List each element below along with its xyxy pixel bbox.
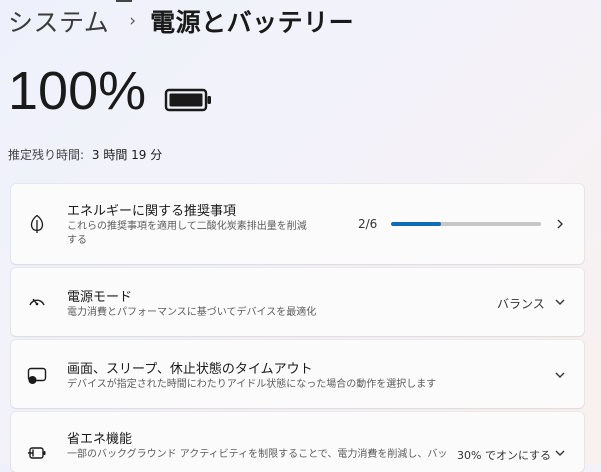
chevron-down-icon[interactable] — [554, 447, 566, 459]
screen-sleep-timeouts-description: デバイスが指定された時間にわたりアイドル状態になった場合の動作を選択します — [67, 379, 437, 390]
recommendations-progress-bar — [391, 222, 541, 226]
energy-saver-description: 一部のバックグラウンド アクティビティを制限することで、電力消費を削減し、バッ — [67, 449, 448, 460]
energy-saver-title: 省エネ機能 — [67, 432, 133, 447]
breadcrumb-separator-icon: › — [129, 11, 137, 31]
chevron-down-icon[interactable] — [554, 369, 566, 381]
breadcrumb-system-link[interactable]: システム — [8, 3, 109, 39]
battery-saver-icon — [28, 447, 46, 459]
battery-percentage: 100% — [8, 61, 147, 121]
title-bar-indicator — [116, 0, 132, 2]
energy-recommendations-title: エネルギーに関する推奨事項 — [67, 204, 237, 219]
speedometer-icon — [29, 298, 45, 306]
chevron-right-icon[interactable] — [554, 218, 566, 230]
energy-saver-value[interactable]: 30% でオンにする — [457, 447, 551, 463]
screen-sleep-timeouts-title: 画面、スリープ、休止状態のタイムアウト — [67, 362, 313, 377]
power-mode-card[interactable]: 電源モード 電力消費とパフォーマンスに基づいてデバイスを最適化 バランス — [11, 268, 584, 336]
recommendations-progress-count: 2/6 — [358, 217, 378, 231]
energy-saver-card[interactable]: 省エネ機能 一部のバックグラウンド アクティビティを制限することで、電力消費を削… — [11, 412, 584, 472]
power-mode-title: 電源モード — [67, 290, 133, 305]
screen-sleep-timeouts-card[interactable]: 画面、スリープ、休止状態のタイムアウト デバイスが指定された時間にわたりアイドル… — [11, 340, 584, 408]
energy-recommendations-description-line-2: する — [67, 235, 87, 246]
recommendations-progress-fill — [391, 222, 441, 226]
breadcrumb: システム › 電源とバッテリー — [8, 4, 354, 38]
estimated-time-remaining: 推定残り時間: 3 時間 19 分 — [8, 146, 162, 163]
energy-recommendations-card[interactable]: エネルギーに関する推奨事項 これらの推奨事項を適用して二酸化炭素排出量を削減 す… — [11, 184, 584, 264]
time-remaining-label: 推定残り時間: — [8, 148, 85, 162]
battery-charge-fill — [169, 93, 203, 107]
battery-full-icon — [164, 88, 211, 112]
power-mode-description: 電力消費とパフォーマンスに基づいてデバイスを最適化 — [67, 307, 317, 318]
leaf-icon — [30, 214, 44, 233]
power-mode-value[interactable]: バランス — [497, 295, 545, 312]
time-remaining-value: 3 時間 19 分 — [91, 148, 163, 162]
page-title: 電源とバッテリー — [150, 8, 355, 37]
screen-sleep-icon — [27, 367, 47, 384]
energy-recommendations-description-line-1: これらの推奨事項を適用して二酸化炭素排出量を削減 — [67, 221, 307, 232]
chevron-down-icon[interactable] — [554, 296, 566, 308]
